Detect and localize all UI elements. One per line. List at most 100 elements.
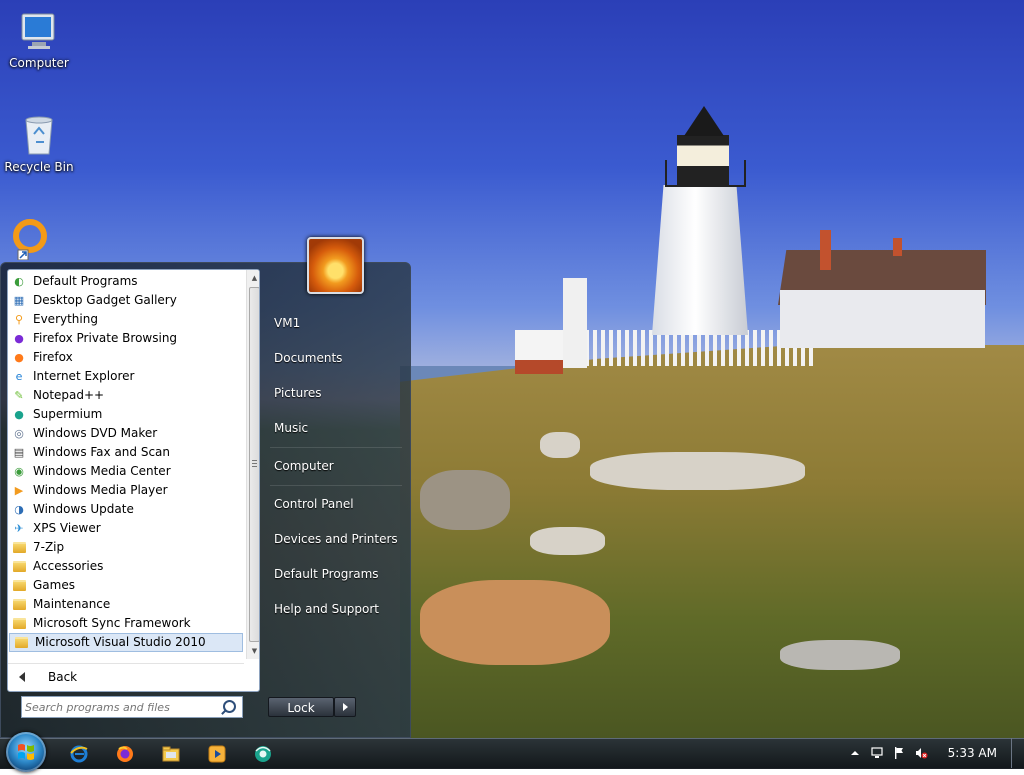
program-item-label: Internet Explorer	[33, 369, 135, 383]
right-item-music[interactable]: Music	[274, 421, 308, 435]
program-item[interactable]: ✈ XPS Viewer	[8, 519, 244, 538]
internet-explorer-icon: e	[15, 370, 23, 383]
desktop-icon-label: Recycle Bin	[4, 160, 74, 174]
xps-viewer-icon: ✈	[14, 522, 24, 535]
internet-explorer-icon[interactable]	[68, 743, 90, 765]
gadget-gallery-icon: ▦	[13, 294, 25, 307]
search-input[interactable]	[25, 699, 220, 715]
program-item[interactable]: ⚲ Everything	[8, 310, 244, 329]
wallpaper-lighthouse-roof	[684, 106, 724, 136]
scrollbar-thumb[interactable]	[249, 287, 259, 642]
folder-icon	[13, 580, 26, 591]
right-item-devices-printers[interactable]: Devices and Printers	[274, 532, 398, 546]
show-desktop-button[interactable]	[1011, 738, 1024, 768]
right-item-user[interactable]: VM1	[274, 316, 300, 330]
program-item[interactable]: e Internet Explorer	[8, 367, 244, 386]
supermium-icon: ●	[14, 408, 24, 421]
search-box[interactable]	[21, 696, 243, 718]
wallpaper-hill	[400, 345, 1024, 768]
computer-icon	[21, 13, 55, 49]
program-item-label: Microsoft Visual Studio 2010	[35, 635, 206, 649]
lock-button[interactable]: Lock	[268, 697, 334, 717]
wallpaper-lighthouse	[652, 185, 748, 335]
program-item-label: Maintenance	[33, 597, 111, 611]
program-item[interactable]: ● Firefox Private Browsing	[8, 329, 244, 348]
right-item-documents[interactable]: Documents	[274, 351, 342, 365]
media-player-icon[interactable]	[206, 743, 228, 765]
desktop-icon-recycle-bin[interactable]: Recycle Bin	[0, 112, 78, 174]
program-item[interactable]: ▦ Desktop Gadget Gallery	[8, 291, 244, 310]
everything-shortcut-icon	[13, 219, 47, 260]
recycle-bin-icon	[25, 116, 53, 155]
system-tray: 5:33 AM	[844, 738, 1024, 768]
start-menu-programs-pane: ◐ Default Programs ▦ Desktop Gadget Gallery…	[7, 269, 260, 692]
wallpaper-house	[780, 290, 985, 348]
program-item[interactable]: Maintenance	[8, 595, 244, 614]
default-programs-icon: ◐	[14, 275, 24, 288]
start-button[interactable]	[6, 732, 46, 772]
wallpaper-rock	[530, 527, 605, 555]
program-item[interactable]: Microsoft Sync Framework	[8, 614, 244, 633]
dvd-maker-icon: ◎	[14, 427, 24, 440]
desktop-icon-everything-shortcut[interactable]	[4, 216, 52, 262]
right-item-pictures[interactable]: Pictures	[274, 386, 322, 400]
program-item[interactable]: ◎ Windows DVD Maker	[8, 424, 244, 443]
user-picture[interactable]	[307, 237, 364, 294]
wallpaper-shed	[515, 330, 563, 374]
action-center-flag-icon[interactable]	[892, 746, 906, 760]
program-item[interactable]: ● Supermium	[8, 405, 244, 424]
windows-explorer-icon[interactable]	[160, 743, 182, 765]
show-hidden-icons-icon[interactable]	[848, 746, 862, 760]
scroll-up-arrow-icon[interactable]: ▲	[247, 270, 259, 286]
right-item-control-panel[interactable]: Control Panel	[274, 497, 354, 511]
right-pane-separator	[270, 447, 402, 448]
program-item-label: Windows Media Player	[33, 483, 168, 497]
folder-icon	[13, 599, 26, 610]
wallpaper-rock	[540, 432, 580, 458]
media-player-icon: ▶	[14, 484, 24, 497]
program-list-scrollbar[interactable]: ▲ ▼	[246, 270, 259, 659]
program-item[interactable]: ◐ Default Programs	[8, 272, 244, 291]
wallpaper-rock	[590, 452, 805, 490]
scroll-down-arrow-icon[interactable]: ▼	[247, 643, 259, 659]
wallpaper-post	[563, 278, 587, 368]
program-item[interactable]: Accessories	[8, 557, 244, 576]
desktop-icon-label: Computer	[9, 56, 69, 70]
program-item[interactable]: ✎ Notepad++	[8, 386, 244, 405]
firefox-icon[interactable]	[114, 743, 136, 765]
program-item[interactable]: Games	[8, 576, 244, 595]
program-item[interactable]: ◉ Windows Media Center	[8, 462, 244, 481]
wallpaper-rock	[420, 470, 510, 530]
program-item[interactable]: 7-Zip	[8, 538, 244, 557]
folder-icon	[13, 618, 26, 629]
taskbar-clock[interactable]: 5:33 AM	[948, 746, 997, 760]
program-item-label: Games	[33, 578, 75, 592]
right-item-default-programs[interactable]: Default Programs	[274, 567, 379, 581]
windows-update-icon: ◑	[14, 503, 24, 516]
back-button[interactable]: Back	[8, 663, 244, 690]
program-item-label: Microsoft Sync Framework	[33, 616, 191, 630]
program-item-label: Supermium	[33, 407, 103, 421]
program-item[interactable]: ▤ Windows Fax and Scan	[8, 443, 244, 462]
windows-logo-icon	[18, 744, 34, 760]
desktop-icon-computer[interactable]: Computer	[0, 8, 78, 70]
program-item-label: Everything	[33, 312, 98, 326]
program-item[interactable]: ◑ Windows Update	[8, 500, 244, 519]
back-arrow-icon	[19, 672, 25, 682]
search-icon[interactable]	[223, 700, 236, 713]
program-item[interactable]: ● Firefox	[8, 348, 244, 367]
network-icon[interactable]	[870, 746, 884, 760]
program-item-label: Windows Media Center	[33, 464, 171, 478]
supermium-icon[interactable]	[252, 743, 274, 765]
program-list: ◐ Default Programs ▦ Desktop Gadget Gallery…	[8, 272, 244, 652]
program-item[interactable]: Microsoft Visual Studio 2010	[9, 633, 243, 652]
shutdown-options-arrow-icon[interactable]	[334, 697, 356, 717]
program-item[interactable]: ▶ Windows Media Player	[8, 481, 244, 500]
right-item-help-support[interactable]: Help and Support	[274, 602, 379, 616]
wallpaper-rock	[780, 640, 900, 670]
program-item-label: Firefox Private Browsing	[33, 331, 178, 345]
right-item-computer[interactable]: Computer	[274, 459, 334, 473]
volume-muted-icon[interactable]	[914, 746, 928, 760]
wallpaper-chimney	[820, 230, 831, 270]
program-item-label: Desktop Gadget Gallery	[33, 293, 177, 307]
